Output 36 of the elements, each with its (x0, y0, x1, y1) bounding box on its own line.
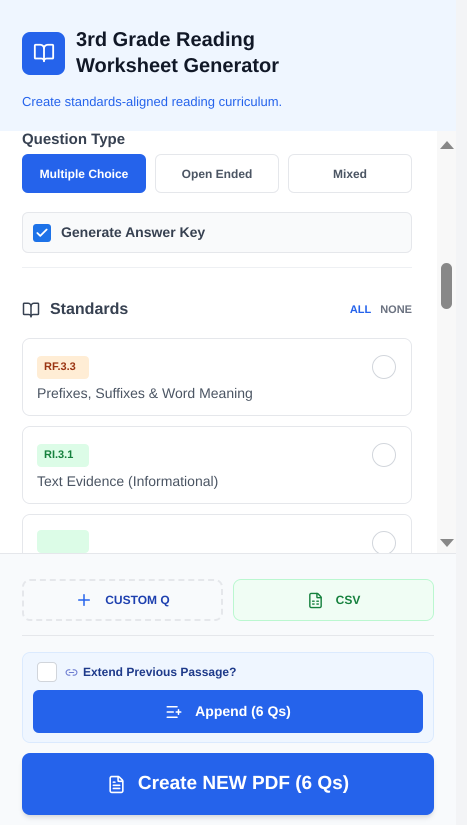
scrollbar[interactable] (437, 131, 456, 553)
standard-code-tag: RF.3.3 (37, 356, 89, 379)
standard-code-tag: RI.3.1 (37, 444, 89, 467)
create-pdf-button[interactable]: Create NEW PDF (6 Qs) (22, 753, 434, 815)
spreadsheet-file-icon (306, 592, 324, 608)
scroll-thumb[interactable] (441, 263, 452, 309)
book-icon (22, 301, 40, 319)
standard-name: Prefixes, Suffixes & Word Meaning (37, 384, 254, 403)
book-icon (22, 32, 65, 74)
question-type-option[interactable]: Multiple Choice (22, 154, 146, 193)
scroll-up-icon[interactable] (440, 141, 454, 149)
app-title: 3rd Grade Reading Worksheet Generator (76, 28, 280, 79)
answer-key-row[interactable]: Generate Answer Key (22, 212, 412, 253)
checkmark-icon (35, 226, 49, 240)
select-all-link[interactable]: ALL (350, 302, 372, 318)
standard-radio[interactable] (372, 443, 396, 467)
section-label: Question Type (22, 131, 126, 149)
scroll-down-icon[interactable] (440, 539, 454, 547)
extend-label: Extend Previous Passage? (83, 664, 236, 681)
answer-key-label: Generate Answer Key (61, 223, 206, 242)
csv-button[interactable]: CSV (233, 579, 434, 621)
extend-checkbox[interactable] (37, 662, 57, 682)
standard-card[interactable]: RI.3.1 Text Evidence (Informational) (22, 426, 412, 504)
section-title: Standards (50, 300, 128, 320)
standard-radio[interactable] (372, 531, 396, 553)
question-type-option[interactable]: Mixed (288, 154, 412, 193)
append-button[interactable]: Append (6 Qs) (33, 690, 423, 733)
answer-key-checkbox[interactable] (33, 224, 51, 242)
standard-card[interactable]: RF.3.3 Prefixes, Suffixes & Word Meaning (22, 338, 412, 416)
app-subtitle: Create standards-aligned reading curriculum. (22, 93, 284, 111)
select-none-link[interactable]: NONE (380, 302, 412, 318)
standard-radio[interactable] (372, 355, 396, 379)
standard-name: Text Evidence (Informational) (37, 472, 220, 491)
question-type-option[interactable]: Open Ended (155, 154, 279, 193)
document-icon (106, 774, 126, 794)
custom-question-button[interactable]: CUSTOM Q (22, 579, 223, 621)
